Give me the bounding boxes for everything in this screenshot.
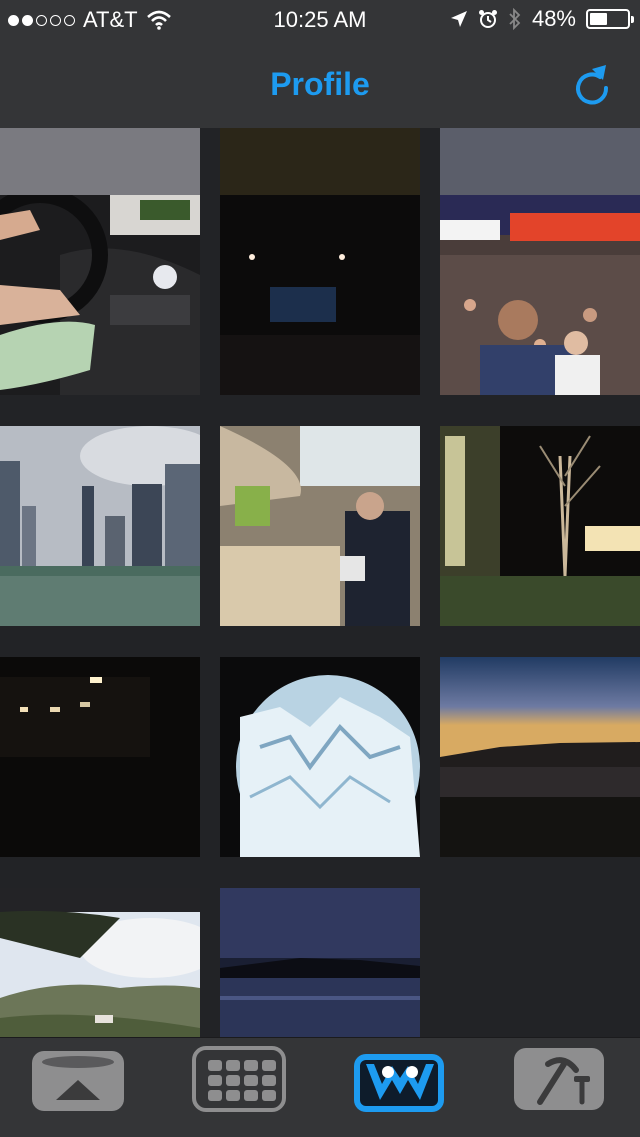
refresh-icon	[576, 65, 609, 105]
photo-cafe-person[interactable]	[220, 426, 420, 626]
bluetooth-icon	[509, 8, 521, 30]
profile-logo-icon	[354, 1054, 444, 1112]
photo-night-tree[interactable]	[440, 426, 640, 626]
battery-icon	[586, 9, 634, 29]
tab-airplay[interactable]	[30, 1046, 126, 1114]
tab-grid[interactable]	[192, 1046, 288, 1114]
photo-hills-landscape[interactable]	[0, 888, 200, 1037]
tab-profile[interactable]	[352, 1046, 448, 1114]
page-title: Profile	[270, 66, 370, 102]
photo-grid	[0, 128, 640, 1037]
status-right: 48%	[450, 6, 634, 32]
photo-basketball-game[interactable]	[440, 195, 640, 395]
tab-bar	[0, 1037, 640, 1137]
airplay-icon	[32, 1051, 124, 1111]
alarm-clock-icon	[478, 10, 497, 28]
battery-percent: 48%	[531, 6, 576, 31]
status-bar: AT&T 10:25 AM 48%	[0, 0, 640, 40]
location-arrow-icon	[450, 11, 467, 27]
grid-icon	[192, 1046, 286, 1112]
photo-glacier-circle[interactable]	[220, 657, 420, 857]
navigation-bar: Profile	[0, 40, 640, 128]
tab-tools[interactable]	[512, 1046, 608, 1114]
battery-level	[590, 13, 608, 25]
photo-car-interior[interactable]	[0, 195, 200, 395]
photo-night-building[interactable]	[0, 657, 200, 857]
photo-city-river[interactable]	[0, 426, 200, 626]
photo-sunset-lake[interactable]	[440, 657, 640, 857]
hammer-icon	[514, 1048, 604, 1110]
photo-dusk-water[interactable]	[220, 888, 420, 1037]
refresh-button[interactable]	[570, 60, 614, 108]
photo-dark-room-tv[interactable]	[220, 195, 420, 395]
